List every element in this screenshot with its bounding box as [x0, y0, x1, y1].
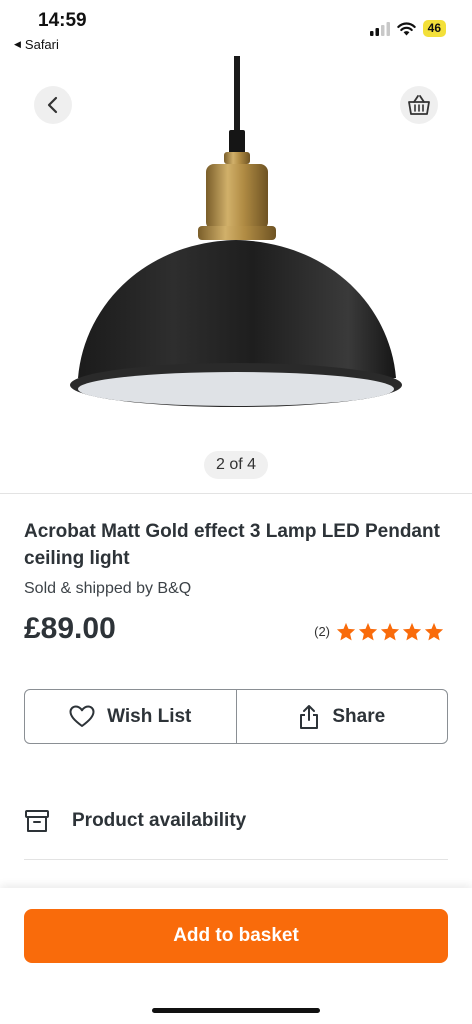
product-rating[interactable]: (2)	[314, 622, 444, 641]
share-button[interactable]: Share	[237, 690, 448, 743]
share-label: Share	[332, 705, 386, 727]
divider	[0, 493, 472, 494]
action-row: Wish List Share	[24, 689, 448, 744]
back-button[interactable]	[34, 86, 72, 124]
archive-box-icon	[25, 810, 49, 832]
basket-button[interactable]	[400, 86, 438, 124]
bottom-bar: Add to basket	[0, 888, 472, 1024]
battery-indicator: 46	[422, 20, 446, 37]
back-chevron-icon	[47, 96, 58, 114]
status-icons: 46	[369, 20, 446, 37]
wishlist-button[interactable]: Wish List	[25, 690, 236, 743]
product-title: Acrobat Matt Gold effect 3 Lamp LED Pend…	[24, 521, 440, 569]
availability-label: Product availability	[72, 810, 247, 831]
status-bar: 14:59 ◀ Safari 46	[0, 0, 472, 56]
wifi-icon	[396, 21, 416, 35]
wishlist-label: Wish List	[107, 705, 192, 727]
review-count: (2)	[314, 624, 330, 639]
star-icon	[336, 622, 356, 641]
star-icon	[424, 622, 444, 641]
divider	[24, 859, 448, 860]
home-indicator	[152, 1008, 320, 1013]
seller-info: Sold & shipped by B&Q	[24, 580, 192, 597]
image-pager: 2 of 4	[204, 451, 268, 479]
back-triangle-icon: ◀	[14, 39, 21, 49]
back-app-label: Safari	[24, 37, 59, 52]
product-availability-row[interactable]: Product availability	[24, 800, 448, 842]
product-image	[70, 56, 402, 407]
rating-stars	[336, 622, 444, 641]
add-to-basket-button[interactable]: Add to basket	[24, 909, 448, 963]
star-icon	[380, 622, 400, 641]
status-time: 14:59	[38, 10, 87, 31]
product-price: £89.00	[24, 612, 116, 645]
product-gallery[interactable]: 2 of 4	[0, 56, 472, 492]
star-icon	[358, 622, 378, 641]
share-icon	[300, 704, 319, 729]
heart-icon	[69, 705, 95, 727]
basket-icon	[408, 95, 430, 115]
star-icon	[402, 622, 422, 641]
cellular-signal-icon	[369, 21, 390, 36]
back-to-app-link[interactable]: ◀ Safari	[14, 37, 59, 52]
